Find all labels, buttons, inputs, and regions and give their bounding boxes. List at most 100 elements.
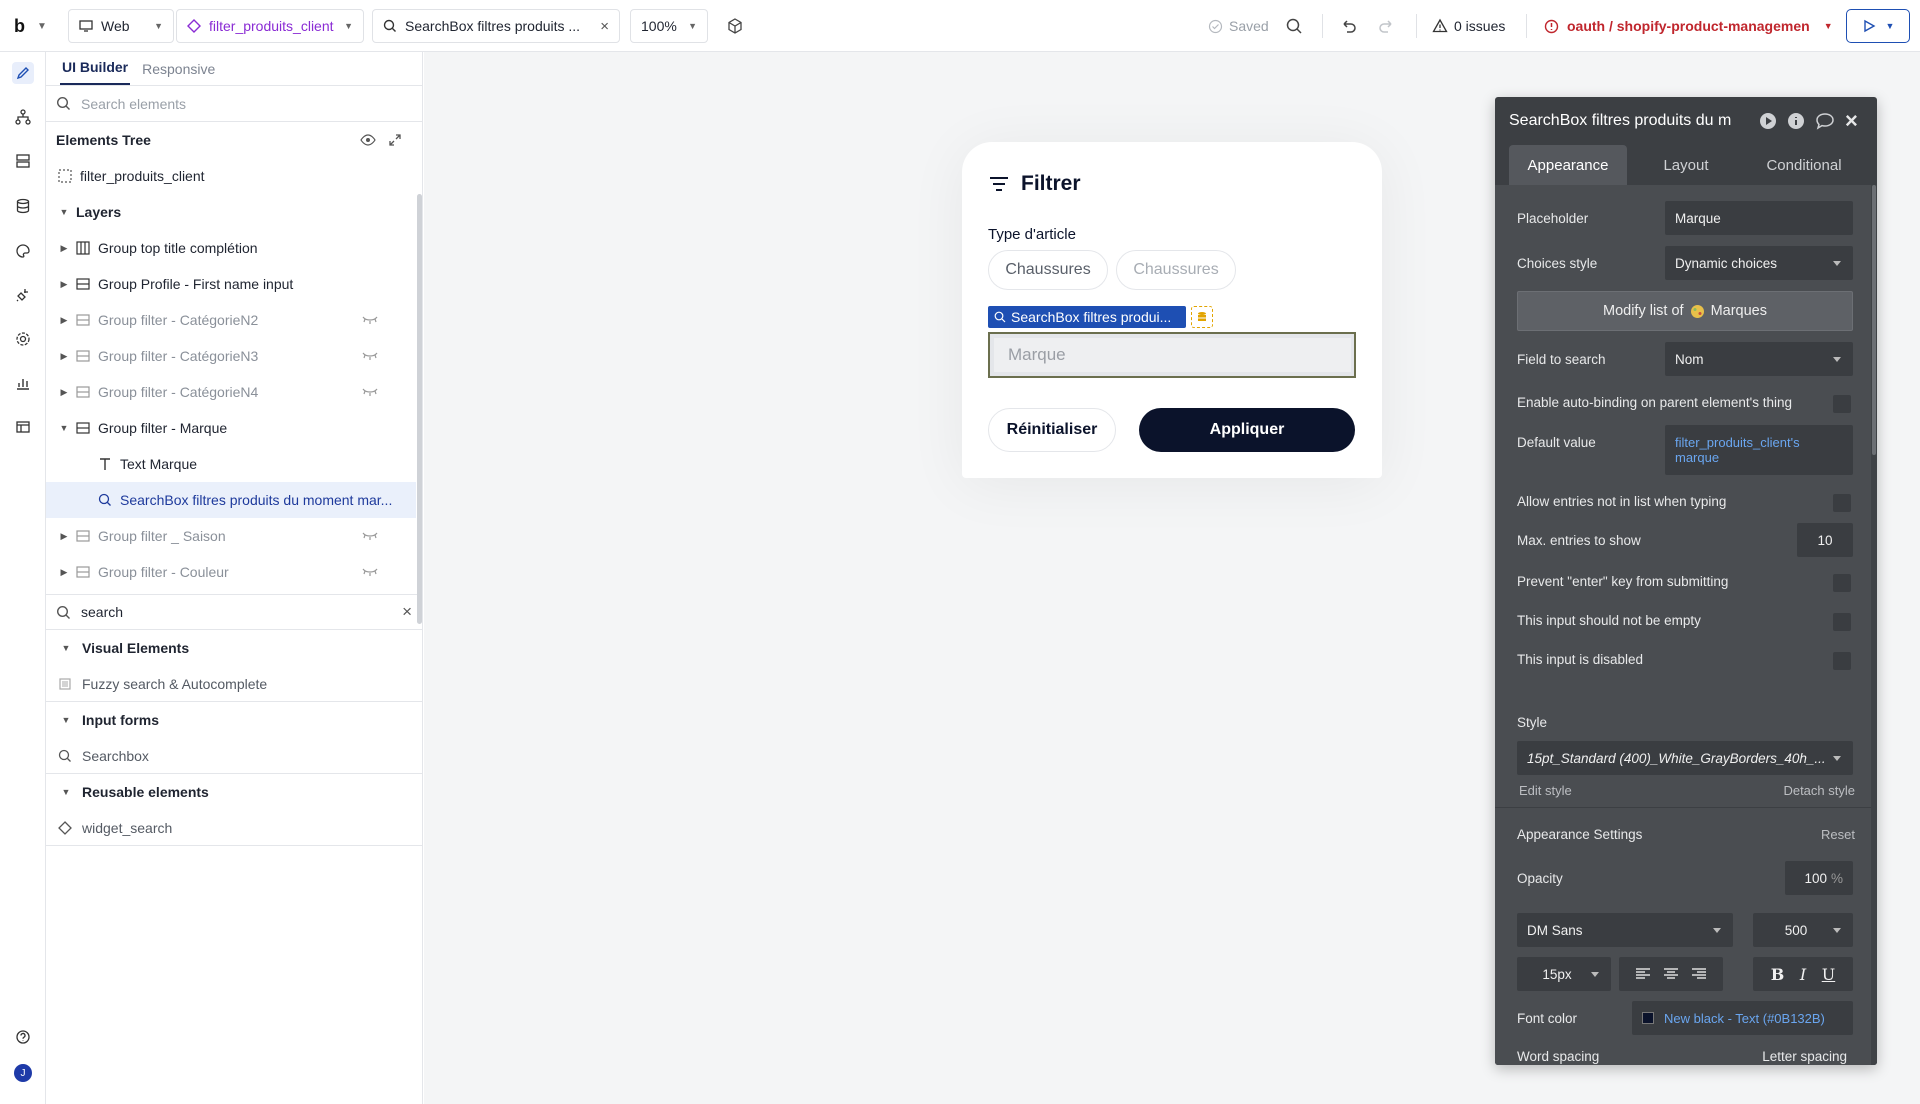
property-editor-header[interactable]: SearchBox filtres produits du m × [1495,97,1877,145]
tab-responsive[interactable]: Responsive [140,61,217,85]
hidden-eye-icon[interactable] [362,351,378,361]
type-chip[interactable]: Chaussures [988,250,1108,290]
align-left-icon[interactable] [1635,967,1651,981]
plugin-icon[interactable] [12,284,34,306]
style-select[interactable]: 15pt_Standard (400)_White_GrayBorders_40… [1517,741,1853,775]
edit-style-link[interactable]: Edit style [1519,783,1572,798]
tree-item[interactable]: Text Marque [46,446,416,482]
close-icon[interactable]: × [600,18,609,35]
type-chip[interactable]: Chaussures [1116,250,1236,290]
default-value-expression[interactable]: filter_produits_client's marque [1665,425,1853,475]
design-pencil-icon[interactable] [12,62,34,84]
library-item-searchbox[interactable]: Searchbox [46,738,422,774]
comment-icon[interactable] [1815,112,1835,130]
element-library-search[interactable]: search × [46,594,422,630]
bubble-logo-menu[interactable]: b ▼ [14,9,47,43]
hidden-eye-icon[interactable] [362,531,378,541]
database-badge-icon[interactable] [1191,306,1213,328]
workflow-icon[interactable] [12,106,34,128]
monitor-icon [79,20,93,32]
preview-button[interactable]: ▼ [1846,9,1910,43]
search-icon[interactable] [1286,9,1303,43]
choices-style-select[interactable]: Dynamic choices [1665,246,1853,280]
property-editor[interactable]: SearchBox filtres produits du m × Appear… [1495,97,1877,1065]
tab-conditional[interactable]: Conditional [1745,145,1863,185]
section-reusable-elements[interactable]: ▼ Reusable elements [46,774,422,810]
align-center-icon[interactable] [1663,967,1679,981]
font-size-select[interactable]: 15px [1517,957,1611,991]
underline-icon[interactable]: U [1822,965,1835,984]
settings-gear-icon[interactable] [12,328,34,350]
branch-select[interactable]: oauth / shopify-product-managemen ▼ [1544,9,1833,43]
clear-search-icon[interactable]: × [402,602,412,622]
apply-button[interactable]: Appliquer [1139,408,1355,452]
opacity-input[interactable]: 100 % [1785,861,1853,895]
prevent-enter-checkbox[interactable] [1833,574,1851,592]
platform-select[interactable]: Web ▼ [68,9,174,43]
element-select[interactable]: SearchBox filtres produits ... × [372,9,620,43]
tab-ui-builder[interactable]: UI Builder [60,59,131,85]
font-family-select[interactable]: DM Sans [1517,913,1733,947]
library-item-fuzzy-search[interactable]: Fuzzy search & Autocomplete [46,666,422,702]
tree-root-page[interactable]: filter_produits_client [46,158,416,194]
section-visual-elements[interactable]: ▼ Visual Elements [46,630,422,666]
layers-toggle[interactable]: ▼ Layers [46,194,416,230]
italic-icon[interactable]: I [1800,965,1806,984]
analytics-chart-icon[interactable] [12,372,34,394]
issues-button[interactable]: 0 issues [1432,9,1505,43]
font-color-picker[interactable]: New black - Text (#0B132B) [1632,1001,1853,1035]
tree-item[interactable]: ▶ Group filter - CatégorieN4 [46,374,416,410]
database-icon[interactable] [12,195,34,217]
cube-icon[interactable] [726,9,744,43]
property-scrollbar[interactable] [1872,185,1876,455]
section-input-forms[interactable]: ▼ Input forms [46,702,422,738]
disabled-checkbox[interactable] [1833,652,1851,670]
reset-appearance-link[interactable]: Reset [1821,827,1855,842]
play-circle-icon[interactable] [1759,112,1777,130]
tree-item[interactable]: ▼ Group filter - Marque [46,410,416,446]
redo-icon[interactable] [1377,9,1395,43]
tree-scrollbar[interactable] [417,194,422,624]
placeholder-input[interactable]: Marque [1665,201,1853,235]
hidden-eye-icon[interactable] [362,567,378,577]
tab-layout[interactable]: Layout [1627,145,1745,185]
tree-item[interactable]: ▶ Group filter - Couleur [46,554,416,590]
max-entries-input[interactable]: 10 [1797,523,1853,557]
tab-appearance[interactable]: Appearance [1509,145,1627,185]
detach-style-link[interactable]: Detach style [1783,783,1855,798]
reset-button[interactable]: Réinitialiser [988,408,1116,452]
eye-icon[interactable] [360,132,376,148]
elements-search[interactable]: Search elements [46,86,422,122]
help-icon[interactable] [12,1026,34,1048]
tree-item[interactable]: ▶ Group filter - CatégorieN2 [46,302,416,338]
tree-item[interactable]: ▶ Group filter _ Saison [46,518,416,554]
not-empty-checkbox[interactable] [1833,613,1851,631]
modify-list-button[interactable]: Modify list of Marques [1517,291,1853,331]
align-right-icon[interactable] [1691,967,1707,981]
library-item-widget-search[interactable]: widget_search [46,810,422,846]
palette-icon[interactable] [12,240,34,262]
data-types-icon[interactable] [12,150,34,172]
info-icon[interactable] [1787,112,1805,130]
undo-icon[interactable] [1340,9,1358,43]
close-icon[interactable]: × [1845,108,1858,134]
selected-element-tag[interactable]: SearchBox filtres produi... [988,306,1186,328]
tree-item[interactable]: ▶ Group filter - CatégorieN3 [46,338,416,374]
tree-item[interactable]: ▶ Group top title complétion [46,230,416,266]
user-avatar[interactable]: J [12,1062,34,1084]
zoom-select[interactable]: 100% ▼ [630,9,708,43]
hidden-eye-icon[interactable] [362,315,378,325]
auto-binding-checkbox[interactable] [1833,395,1851,413]
brand-searchbox[interactable]: Marque [988,332,1356,378]
table-layout-icon[interactable] [12,416,34,438]
allow-entries-checkbox[interactable] [1833,494,1851,512]
tree-item-selected[interactable]: SearchBox filtres produits du moment mar… [46,482,416,518]
expand-icon[interactable] [388,133,402,147]
field-to-search-select[interactable]: Nom [1665,342,1853,376]
tree-item[interactable]: ▶ Group Profile - First name input [46,266,416,302]
bold-icon[interactable]: B [1771,965,1785,984]
font-weight-select[interactable]: 500 [1753,913,1853,947]
page-select[interactable]: filter_produits_client ▼ [176,9,364,43]
hidden-eye-icon[interactable] [362,387,378,397]
filter-card[interactable]: Filtrer Type d'article Chaussures Chauss… [962,142,1382,478]
